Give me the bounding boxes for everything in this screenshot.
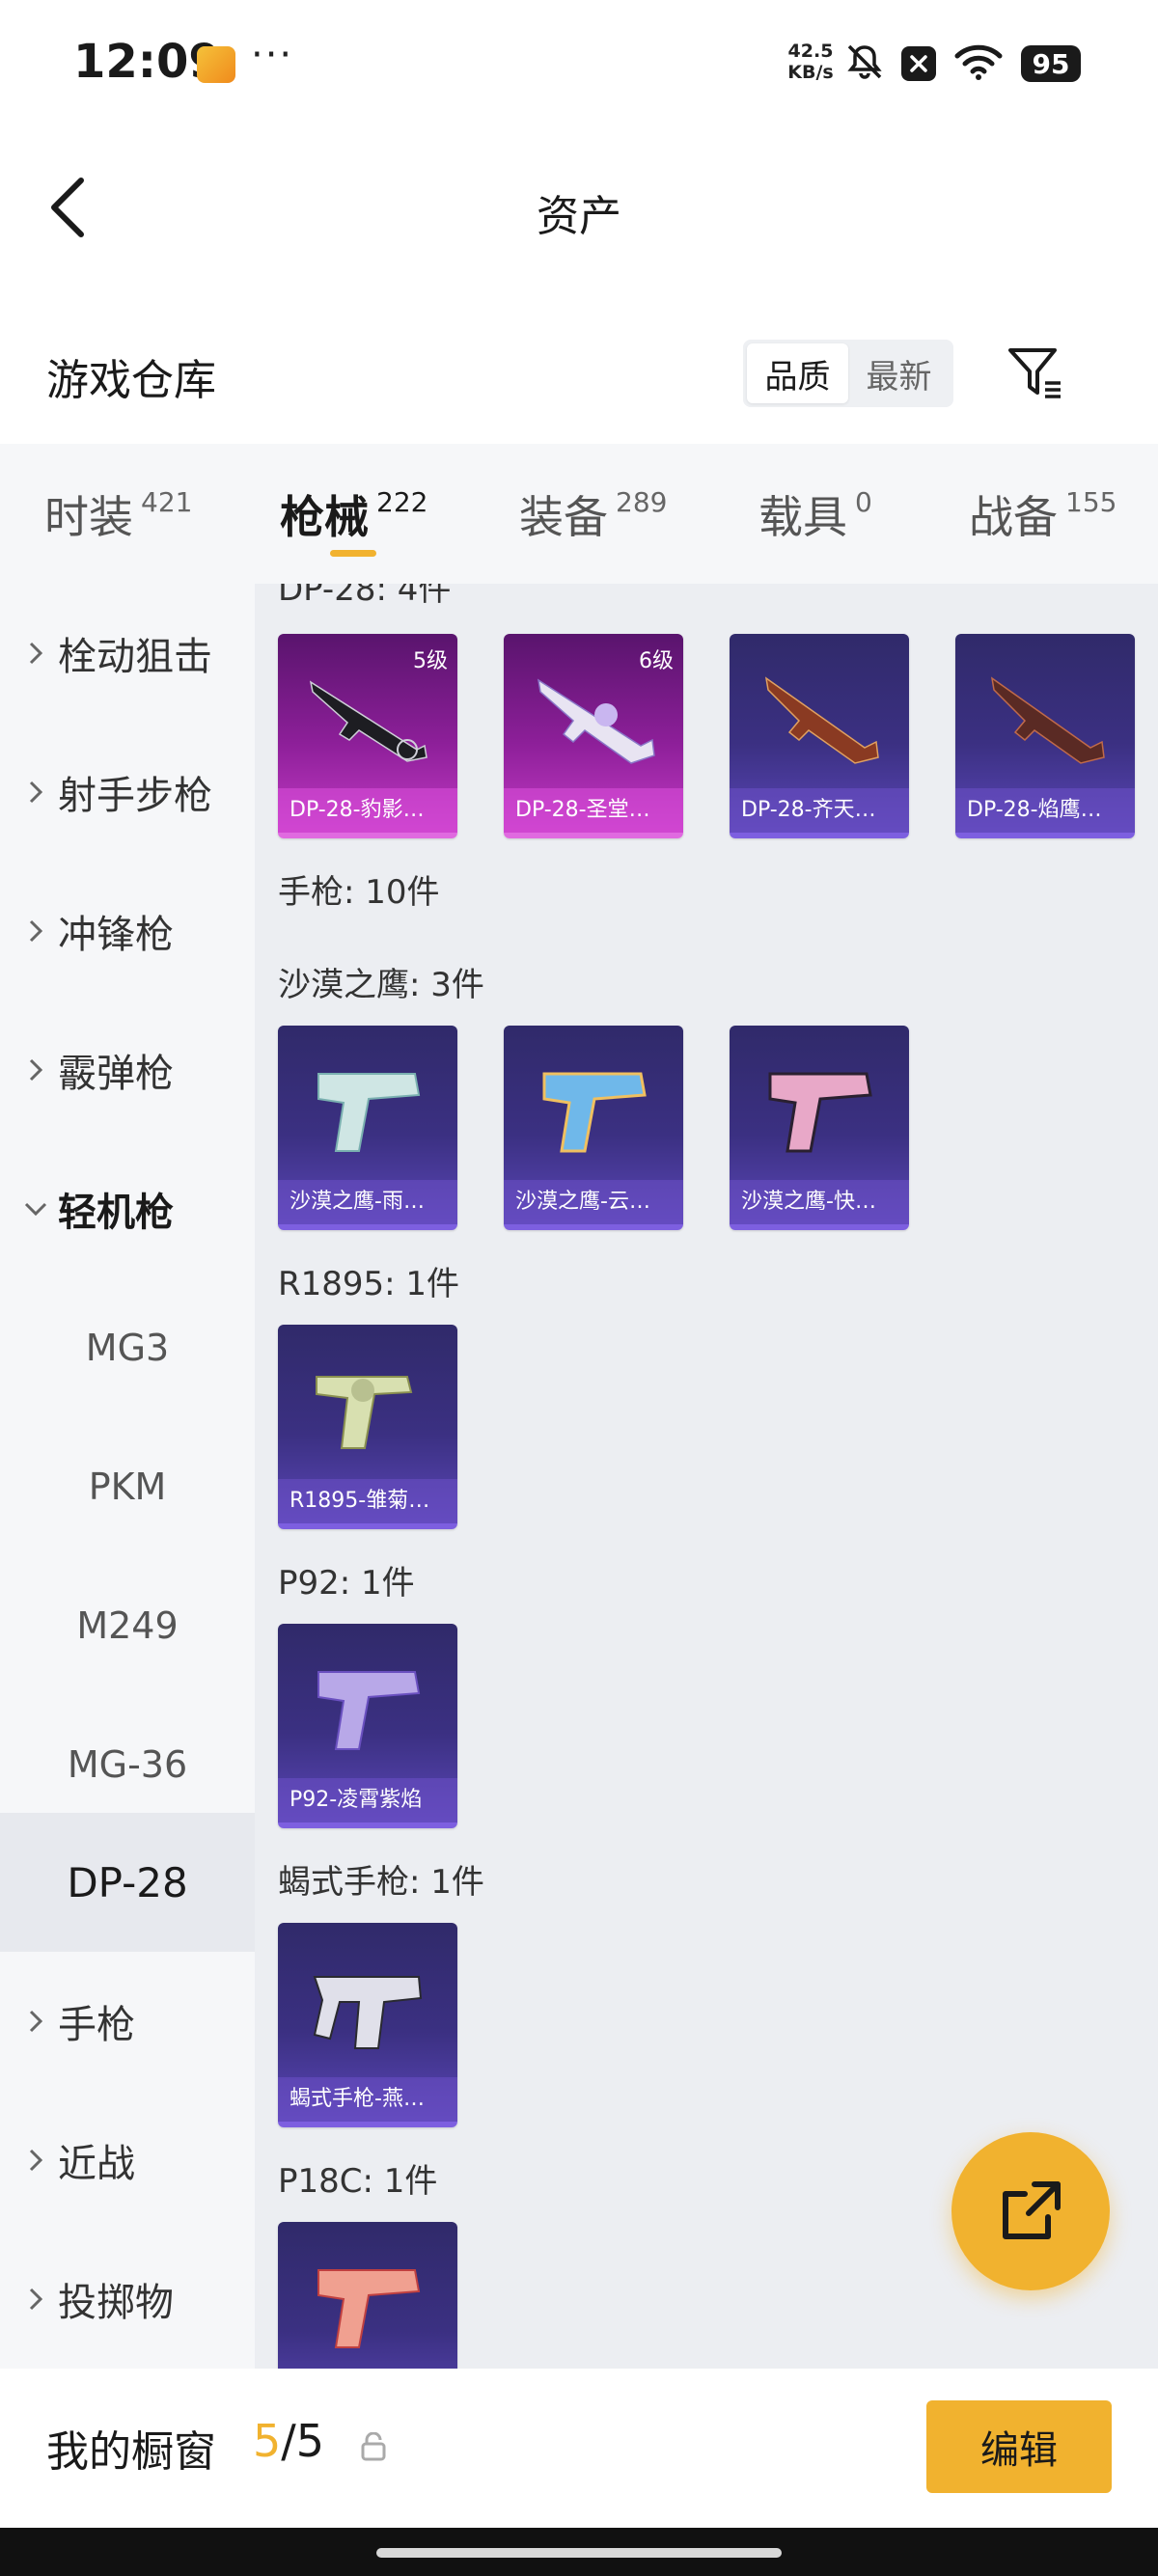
skin-name: 沙漠之鹰-云…: [504, 1180, 683, 1224]
skin-name: DP-28-圣堂…: [504, 788, 683, 833]
sidebar-item-melee[interactable]: 近战: [0, 2091, 255, 2230]
group-label-dp28: DP-28: 4件: [278, 584, 452, 609]
skin-name: 沙漠之鹰-快…: [730, 1180, 909, 1224]
sidebar-subitem-mg3[interactable]: MG3: [0, 1278, 255, 1417]
pistol-icon: [317, 2269, 421, 2348]
lock-icon: [361, 2432, 386, 2461]
app-notification-icon: [197, 46, 235, 83]
chevron-right-icon: [21, 642, 50, 665]
showcase-label: 我的橱窗: [46, 2427, 216, 2477]
group-label-pistol: 手枪: 10件: [278, 873, 440, 912]
chevron-right-icon: [21, 919, 50, 943]
skin-name: DP-28-齐天…: [730, 788, 909, 833]
network-speed-unit: KB/s: [787, 62, 834, 83]
home-gesture-handle[interactable]: [376, 2548, 782, 2558]
chevron-right-icon: [21, 2288, 50, 2311]
skin-card[interactable]: 5级 DP-28-豹影…: [278, 634, 457, 838]
active-tab-indicator: [330, 550, 376, 557]
skin-card[interactable]: R1895-雏菊…: [278, 1325, 457, 1529]
sidebar-subitem-m249[interactable]: M249: [0, 1556, 255, 1695]
sidebar-item-bolt-sniper[interactable]: 栓动狙击: [0, 584, 255, 723]
skin-name: 蝎式手枪-燕…: [278, 2077, 457, 2122]
sidebar-item-lmg[interactable]: 轻机枪: [0, 1139, 255, 1278]
skin-card[interactable]: 沙漠之鹰-云…: [504, 1026, 683, 1230]
sidebar-subitem-pkm[interactable]: PKM: [0, 1417, 255, 1556]
status-more: ···: [251, 33, 294, 77]
skin-card[interactable]: 6级 DP-28-圣堂…: [504, 634, 683, 838]
status-bar: 12:09 ··· 42.5 KB/s 95: [0, 0, 1158, 125]
sidebar-item-pistol[interactable]: 手枪: [0, 1952, 255, 2091]
system-nav-bar: [0, 2528, 1158, 2576]
skin-level-badge: 6级: [639, 649, 674, 673]
skin-card[interactable]: 沙漠之鹰-雨…: [278, 1026, 457, 1230]
filter-icon: [1008, 348, 1061, 398]
skin-card[interactable]: DP-28-齐天…: [730, 634, 909, 838]
battery-icon: 95: [1021, 45, 1081, 82]
skin-name: P92-凌霄紫焰: [278, 1778, 457, 1822]
tab-equipment[interactable]: 装备 289: [519, 482, 667, 546]
skin-name: DP-28-焰鹰…: [955, 788, 1135, 833]
chevron-down-icon: [21, 1202, 50, 1216]
weapon-category-sidebar: 栓动狙击 射手步枪 冲锋枪 霰弹枪 轻机枪 MG3 PKM M249 MG-36…: [0, 584, 255, 2369]
share-external-icon: [1003, 2181, 1061, 2239]
sort-toggle: 品质 最新: [743, 340, 953, 407]
share-button[interactable]: [951, 2132, 1110, 2290]
sidebar-subitem-dp28[interactable]: DP-28: [0, 1813, 255, 1952]
mute-bell-icon: [845, 42, 884, 85]
skin-card[interactable]: P92-凌霄紫焰: [278, 1624, 457, 1828]
skin-level-badge: 5级: [413, 649, 448, 673]
sidebar-item-shotgun[interactable]: 霰弹枪: [0, 1000, 255, 1139]
pistol-icon: [768, 1072, 872, 1153]
group-label-r1895: R1895: 1件: [278, 1265, 460, 1303]
rifle-icon: [764, 676, 879, 764]
sidebar-item-throwable[interactable]: 投掷物: [0, 2230, 255, 2369]
chevron-right-icon: [21, 1058, 50, 1082]
pistol-icon: [317, 1671, 421, 1750]
tab-firearms[interactable]: 枪械 222: [280, 482, 427, 546]
skin-card[interactable]: [278, 2222, 457, 2369]
filter-button[interactable]: [1004, 342, 1067, 405]
sort-option-newest[interactable]: 最新: [848, 343, 950, 403]
sort-option-quality[interactable]: 品质: [747, 343, 848, 403]
network-speed: 42.5 KB/s: [784, 41, 838, 83]
group-label-p92: P92: 1件: [278, 1564, 415, 1603]
wifi-icon: [953, 42, 1004, 85]
pistol-icon: [542, 1072, 647, 1153]
skin-card[interactable]: DP-28-焰鹰…: [955, 634, 1135, 838]
app-header: 资产: [0, 145, 1158, 270]
showcase-count: 5/5: [253, 2415, 325, 2467]
warehouse-row: 游戏仓库 品质 最新: [0, 328, 1158, 434]
showcase-bar: 我的橱窗 5/5 编辑: [0, 2369, 1158, 2528]
smg-pistol-icon: [313, 1976, 423, 2049]
chevron-right-icon: [21, 2010, 50, 2033]
chevron-right-icon: [21, 781, 50, 804]
network-speed-value: 42.5: [787, 41, 834, 62]
tab-supplies[interactable]: 战备 155: [969, 482, 1117, 546]
edit-button[interactable]: 编辑: [926, 2400, 1112, 2493]
pistol-icon: [317, 1073, 421, 1152]
skin-name: 沙漠之鹰-雨…: [278, 1180, 457, 1224]
skin-card[interactable]: 沙漠之鹰-快…: [730, 1026, 909, 1230]
skin-grid: DP-28: 4件 5级 DP-28-豹影… 6级 DP-28-圣堂… DP-2…: [255, 584, 1158, 2369]
warehouse-title: 游戏仓库: [46, 356, 216, 405]
tab-fashion[interactable]: 时装 421: [44, 482, 192, 546]
group-label-desert-eagle: 沙漠之鹰: 3件: [278, 966, 484, 1004]
skin-name: R1895-雏菊…: [278, 1479, 457, 1523]
skin-name: DP-28-豹影…: [278, 788, 457, 833]
chevron-right-icon: [21, 2149, 50, 2172]
rifle-icon: [990, 676, 1105, 764]
group-label-scorpion: 蝎式手枪: 1件: [278, 1863, 484, 1902]
skin-card[interactable]: 蝎式手枪-燕…: [278, 1923, 457, 2127]
sidebar-item-marksman-rifle[interactable]: 射手步枪: [0, 723, 255, 862]
page-title: 资产: [537, 192, 621, 241]
tab-vehicles[interactable]: 载具 0: [758, 482, 872, 546]
close-box-icon: [901, 46, 936, 81]
group-label-p18c: P18C: 1件: [278, 2162, 438, 2201]
sidebar-item-smg[interactable]: 冲锋枪: [0, 862, 255, 1000]
category-tabs: 时装 421 枪械 222 装备 289 载具 0 战备 155: [0, 444, 1158, 584]
revolver-icon: [316, 1376, 413, 1449]
